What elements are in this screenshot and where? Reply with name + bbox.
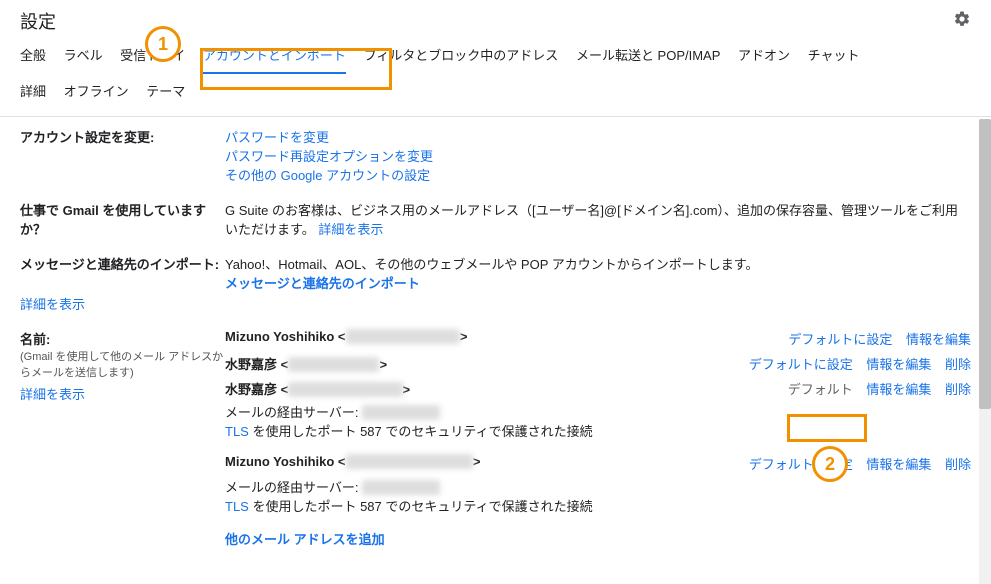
import-desc: Yahoo!、Hotmail、AOL、その他のウェブメールや POP アカウント… [225, 254, 971, 273]
sendas-default-text: デフォルト [788, 382, 853, 397]
sendas-edit-link[interactable]: 情報を編集 [906, 332, 971, 347]
sendas-entry-email-mask: xxxxxx@xxxxxx [288, 357, 379, 372]
gsuite-more-link[interactable]: 詳細を表示 [318, 222, 383, 237]
sendas-server-mask: xxxxxxxxxxxx [362, 480, 440, 495]
sendas-set-default-link[interactable]: デフォルトに設定 [749, 357, 853, 372]
tab-offline[interactable]: オフライン [64, 78, 129, 106]
scrollbar-thumb[interactable] [979, 119, 991, 409]
sendas-more-link[interactable]: 詳細を表示 [20, 387, 85, 402]
gear-icon[interactable] [953, 10, 971, 33]
sendas-edit-link[interactable]: 情報を編集 [866, 457, 931, 472]
sendas-edit-link[interactable]: 情報を編集 [866, 382, 931, 397]
sendas-set-default-link[interactable]: デフォルトに設定 [788, 332, 892, 347]
sendas-edit-link[interactable]: 情報を編集 [866, 357, 931, 372]
tab-labels[interactable]: ラベル [64, 42, 103, 70]
sendas-entry-email-mask: xxxxxx@xxxxxxxx.xxx [346, 454, 473, 469]
tls-label: TLS [225, 424, 249, 439]
other-google-link[interactable]: その他の Google アカウントの設定 [225, 168, 430, 183]
gsuite-label: 仕事で Gmail を使用していますか？ [20, 200, 225, 238]
sendas-label: 名前: [20, 332, 50, 347]
sendas-entry-email-mask: xxxxxx@xxxxxx.xxx [346, 329, 460, 344]
sendas-server-label: メールの経由サーバー: [225, 405, 362, 420]
tls-label: TLS [225, 499, 249, 514]
tab-forwarding[interactable]: メール転送と POP/IMAP [576, 42, 720, 70]
tab-inbox[interactable]: 受信トレイ [120, 42, 185, 70]
sendas-server-label: メールの経由サーバー: [225, 480, 362, 495]
change-password-link[interactable]: パスワードを変更 [225, 130, 329, 145]
sendas-entry-email-mask: xxxxxx@xxxxxx.xxx [288, 382, 402, 397]
add-another-address-link[interactable]: 他のメール アドレスを追加 [225, 532, 385, 547]
tab-accounts[interactable]: アカウントとインポート [203, 42, 346, 74]
tab-themes[interactable]: テーマ [146, 78, 185, 106]
scrollbar-track[interactable] [979, 119, 991, 584]
sendas-delete-link[interactable]: 削除 [945, 382, 971, 397]
tab-addons[interactable]: アドオン [738, 42, 790, 70]
import-more-link[interactable]: 詳細を表示 [20, 297, 85, 312]
tab-chat[interactable]: チャット [808, 42, 860, 70]
sendas-tls-text: を使用したポート 587 でのセキュリティで保護された接続 [252, 499, 592, 514]
change-recovery-link[interactable]: パスワード再設定オプションを変更 [225, 149, 433, 164]
sendas-delete-link[interactable]: 削除 [945, 357, 971, 372]
tab-filters[interactable]: フィルタとブロック中のアドレス [364, 42, 559, 70]
sendas-entry-name: Mizuno Yoshihiko [225, 454, 334, 469]
sendas-delete-link[interactable]: 削除 [945, 457, 971, 472]
account-change-label: アカウント設定を変更: [20, 127, 225, 146]
sendas-set-default-link[interactable]: デフォルトに設定 [749, 457, 853, 472]
sendas-entry-name: Mizuno Yoshihiko [225, 329, 334, 344]
import-label: メッセージと連絡先のインポート: [20, 254, 225, 273]
sendas-entry-name: 水野嘉彦 [225, 382, 277, 397]
sendas-tls-text: を使用したポート 587 でのセキュリティで保護された接続 [252, 424, 592, 439]
sendas-entry-name: 水野嘉彦 [225, 357, 277, 372]
tab-advanced[interactable]: 詳細 [20, 78, 46, 106]
import-action-link[interactable]: メッセージと連絡先のインポート [225, 276, 420, 291]
page-title: 設定 [20, 8, 56, 34]
sendas-sublabel: (Gmail を使用して他のメール アドレスからメールを送信します) [20, 348, 225, 380]
tab-general[interactable]: 全般 [20, 42, 46, 70]
sendas-server-mask: xxxxxxxxxxxx [362, 405, 440, 420]
